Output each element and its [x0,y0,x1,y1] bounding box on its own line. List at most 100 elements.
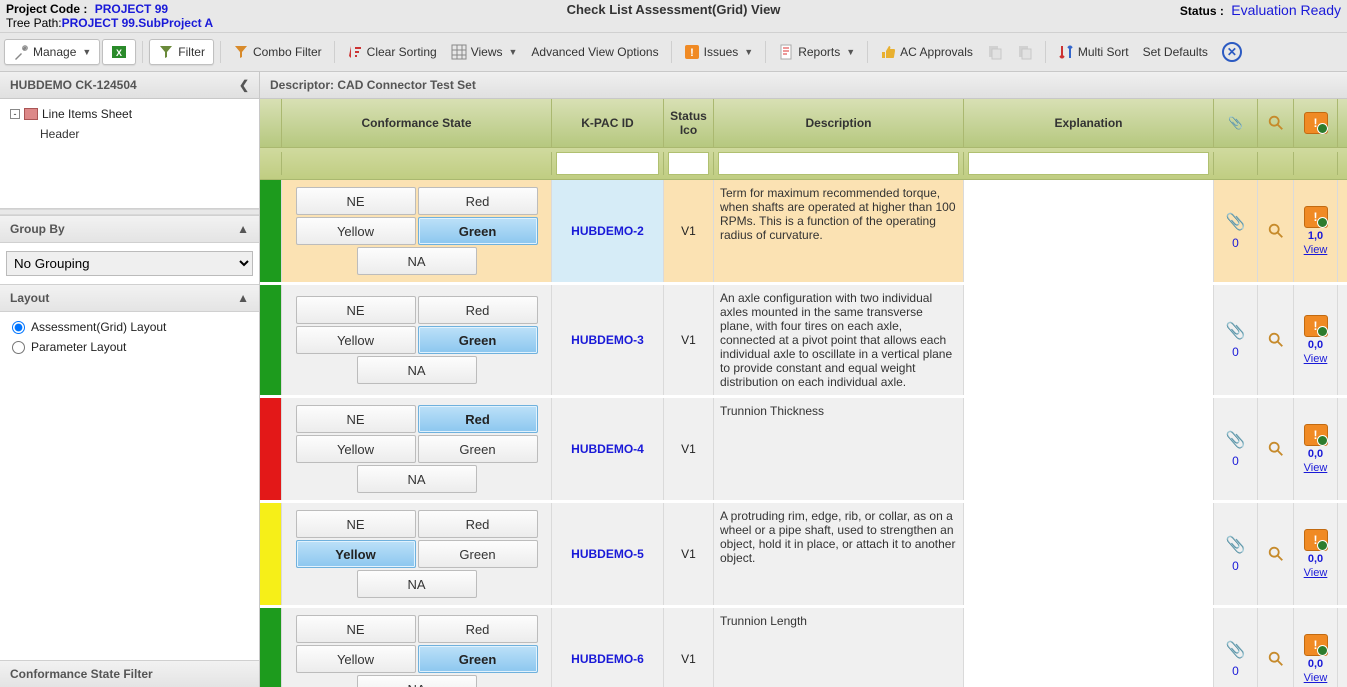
table-row[interactable]: NERedYellowGreenNAHUBDEMO-5V1A protrudin… [260,503,1347,608]
conf-btn-na[interactable]: NA [357,356,477,384]
paperclip-icon[interactable]: 📎 [1226,321,1246,341]
zoom-cell[interactable] [1258,503,1294,605]
paperclip-icon[interactable]: 📎 [1226,212,1246,232]
view-issues-link[interactable]: View [1304,672,1328,684]
paperclip-icon[interactable]: 📎 [1226,430,1246,450]
views-button[interactable]: Views▼ [445,40,524,64]
tree-collapse-icon[interactable]: - [10,109,20,119]
layout-panel-header[interactable]: Layout ▲ [0,284,259,312]
conf-btn-green[interactable]: Green [418,645,538,673]
conf-btn-yellow[interactable]: Yellow [296,645,416,673]
attachment-cell[interactable]: 📎0 [1214,285,1258,395]
conf-btn-na[interactable]: NA [357,675,477,687]
attachment-cell[interactable]: 📎0 [1214,608,1258,687]
rows-container[interactable]: NERedYellowGreenNAHUBDEMO-2V1Term for ma… [260,180,1347,687]
zoom-cell[interactable] [1258,398,1294,500]
filter-explanation-input[interactable] [968,152,1209,175]
combo-filter-button[interactable]: Combo Filter [227,40,328,64]
conf-btn-red[interactable]: Red [418,615,538,643]
tree-child-header[interactable]: Header [40,127,249,141]
conf-btn-green[interactable]: Green [418,326,538,354]
view-issues-link[interactable]: View [1304,244,1328,256]
col-zoom[interactable] [1258,99,1294,147]
conf-btn-ne[interactable]: NE [296,510,416,538]
col-kpac[interactable]: K-PAC ID [552,99,664,147]
attachment-cell[interactable]: 📎0 [1214,180,1258,282]
advanced-view-options-button[interactable]: Advanced View Options [525,41,664,63]
attachment-cell[interactable]: 📎0 [1214,398,1258,500]
layout-radio-parameter[interactable]: Parameter Layout [12,340,247,354]
attachment-cell[interactable]: 📎0 [1214,503,1258,605]
explanation-cell[interactable] [964,503,1214,605]
table-row[interactable]: NERedYellowGreenNAHUBDEMO-3V1An axle con… [260,285,1347,398]
conf-btn-yellow[interactable]: Yellow [296,435,416,463]
conf-btn-green[interactable]: Green [418,217,538,245]
filter-kpac-input[interactable] [556,152,659,175]
conf-btn-ne[interactable]: NE [296,296,416,324]
kpac-link[interactable]: HUBDEMO-6 [571,652,644,666]
issue-icon[interactable]: ! [1304,529,1328,551]
conf-btn-yellow[interactable]: Yellow [296,217,416,245]
conf-btn-ne[interactable]: NE [296,615,416,643]
kpac-link[interactable]: HUBDEMO-3 [571,333,644,347]
copy-button-2[interactable] [1011,40,1039,64]
kpac-link[interactable]: HUBDEMO-4 [571,442,644,456]
table-row[interactable]: NERedYellowGreenNAHUBDEMO-4V1Trunnion Th… [260,398,1347,503]
col-description[interactable]: Description [714,99,964,147]
excel-export-button[interactable]: X [102,39,136,65]
explanation-cell[interactable] [964,398,1214,500]
col-explanation[interactable]: Explanation [964,99,1214,147]
issue-icon[interactable]: ! [1304,315,1328,337]
paperclip-icon[interactable]: 📎 [1226,640,1246,660]
view-issues-link[interactable]: View [1304,353,1328,365]
zoom-cell[interactable] [1258,285,1294,395]
copy-button-1[interactable] [981,40,1009,64]
conf-btn-green[interactable]: Green [418,435,538,463]
conf-btn-na[interactable]: NA [357,465,477,493]
group-by-select[interactable]: No Grouping [6,251,253,276]
zoom-cell[interactable] [1258,180,1294,282]
magnifier-icon[interactable] [1267,222,1285,240]
conf-btn-red[interactable]: Red [418,405,538,433]
view-issues-link[interactable]: View [1304,567,1328,579]
explanation-cell[interactable] [964,180,1214,282]
magnifier-icon[interactable] [1267,331,1285,349]
conf-btn-na[interactable]: NA [357,570,477,598]
conf-btn-na[interactable]: NA [357,247,477,275]
manage-button[interactable]: Manage▼ [4,39,100,65]
clear-sorting-button[interactable]: Clear Sorting [341,40,443,64]
zoom-cell[interactable] [1258,608,1294,687]
tree-root-label[interactable]: Line Items Sheet [42,107,132,121]
table-row[interactable]: NERedYellowGreenNAHUBDEMO-6V1Trunnion Le… [260,608,1347,687]
issues-button[interactable]: ! Issues▼ [678,40,760,64]
issue-icon[interactable]: ! [1304,634,1328,656]
tree-path-link[interactable]: PROJECT 99.SubProject A [62,16,214,30]
filter-description-input[interactable] [718,152,959,175]
filter-button[interactable]: Filter [149,39,214,65]
layout-radio-grid[interactable]: Assessment(Grid) Layout [12,320,247,334]
project-code-link[interactable]: PROJECT 99 [95,2,168,16]
conf-btn-ne[interactable]: NE [296,187,416,215]
kpac-link[interactable]: HUBDEMO-2 [571,224,644,238]
issue-icon[interactable]: ! [1304,424,1328,446]
group-by-panel-header[interactable]: Group By ▲ [0,215,259,243]
set-defaults-button[interactable]: Set Defaults [1137,41,1214,63]
col-issue[interactable]: ! [1294,99,1338,147]
paperclip-icon[interactable]: 📎 [1226,535,1246,555]
col-conformance[interactable]: Conformance State [282,99,552,147]
conf-btn-green[interactable]: Green [418,540,538,568]
table-row[interactable]: NERedYellowGreenNAHUBDEMO-2V1Term for ma… [260,180,1347,285]
col-status-icon[interactable]: Status Ico [664,99,714,147]
magnifier-icon[interactable] [1267,650,1285,668]
conf-btn-red[interactable]: Red [418,187,538,215]
kpac-link[interactable]: HUBDEMO-5 [571,547,644,561]
explanation-cell[interactable] [964,608,1214,687]
issue-icon[interactable]: ! [1304,206,1328,228]
conformance-state-filter-panel[interactable]: Conformance State Filter [0,660,259,687]
reports-button[interactable]: Reports▼ [772,40,861,64]
conf-btn-yellow[interactable]: Yellow [296,540,416,568]
multi-sort-button[interactable]: Multi Sort [1052,40,1135,64]
conf-btn-ne[interactable]: NE [296,405,416,433]
view-issues-link[interactable]: View [1304,462,1328,474]
conf-btn-red[interactable]: Red [418,296,538,324]
